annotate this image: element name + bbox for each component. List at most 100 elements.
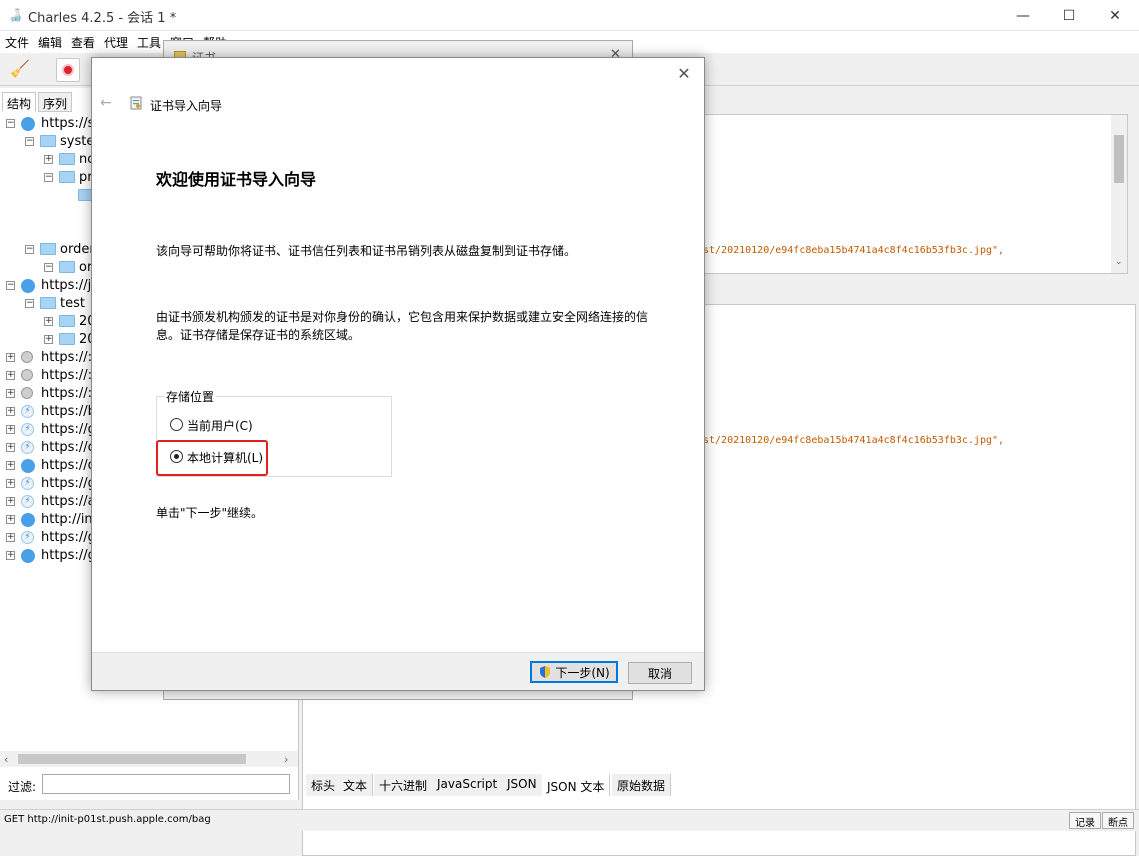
tree-row-label: https://g	[41, 476, 96, 491]
wizard-header-title: 证书导入向导	[150, 99, 223, 113]
scroll-down-icon[interactable]: ⌄	[1115, 257, 1123, 267]
wizard-explanation: 由证书颁发机构颁发的证书是对你身份的确认，它包含用来保护数据或建立安全网络连接的…	[156, 310, 649, 342]
menu-edit[interactable]: 编辑	[38, 34, 62, 51]
expand-icon[interactable]: +	[6, 461, 15, 470]
folder-icon	[59, 171, 75, 183]
folder-icon	[40, 297, 56, 309]
next-button-label: 下一步(N)	[555, 665, 610, 680]
expand-icon[interactable]: +	[6, 551, 15, 560]
tree-row-label: https://b	[41, 404, 96, 419]
scroll-thumb[interactable]	[18, 754, 246, 764]
tree-row-label: https://:f	[41, 386, 97, 401]
store-location-label: 存储位置	[164, 388, 217, 405]
globe-icon	[21, 459, 35, 473]
code-line: st/20210120/e94fc8eba15b4741a4c8f4c16b53…	[703, 245, 1005, 256]
minimize-icon[interactable]: —	[1000, 0, 1046, 31]
tab-response-6[interactable]: 原始数据	[612, 774, 672, 796]
bolt-icon: ⚡	[21, 495, 34, 508]
expand-icon[interactable]: +	[6, 371, 15, 380]
certificate-import-wizard: ✕ ← 证书导入向导 欢迎使用证书导入向导 该向导可帮助你将证书、证书信任列表和…	[91, 57, 705, 691]
wizard-footer: 下一步(N) 取消	[92, 652, 704, 690]
tab-response-5[interactable]: JSON 文本	[542, 774, 611, 796]
collapse-icon[interactable]: −	[25, 137, 34, 146]
tree-row-label: https://:f	[41, 368, 97, 383]
bolt-icon: ⚡	[21, 477, 34, 490]
globe-icon	[21, 513, 35, 527]
back-arrow-icon[interactable]: ←	[100, 95, 112, 111]
title-bar: 🍶 Charles 4.2.5 - 会话 1 * — ☐ ✕	[0, 0, 1139, 31]
cancel-button[interactable]: 取消	[628, 662, 692, 684]
collapse-icon[interactable]: −	[44, 263, 53, 272]
menu-view[interactable]: 查看	[71, 34, 95, 51]
expand-icon[interactable]: +	[6, 497, 15, 506]
expand-icon[interactable]: +	[6, 389, 15, 398]
expand-icon[interactable]: +	[6, 425, 15, 434]
filter-input[interactable]	[42, 774, 290, 794]
collapse-icon[interactable]: −	[6, 119, 15, 128]
radio-current-user[interactable]: 当前用户(C)	[170, 416, 280, 434]
wizard-description: 该向导可帮助你将证书、证书信任列表和证书吊销列表从磁盘复制到证书存储。	[156, 244, 577, 258]
expand-icon[interactable]: +	[44, 335, 53, 344]
scroll-right-icon[interactable]: ›	[284, 753, 288, 766]
tab-sequence[interactable]: 序列	[38, 92, 73, 112]
tab-response-4[interactable]: JSON	[502, 774, 543, 796]
close-window-icon[interactable]: ✕	[1092, 0, 1138, 31]
wizard-continue-hint: 单击"下一步"继续。	[156, 506, 264, 520]
bolt-icon: ⚡	[21, 441, 34, 454]
expand-icon[interactable]: +	[6, 407, 15, 416]
tab-structure[interactable]: 结构	[2, 92, 37, 112]
status-text: GET http://init-p01st.push.apple.com/bag	[4, 814, 211, 825]
lock-icon	[21, 369, 33, 381]
folder-icon	[59, 333, 75, 345]
radio-label: 当前用户(C)	[187, 419, 253, 433]
menu-file[interactable]: 文件	[5, 34, 29, 51]
next-button[interactable]: 下一步(N)	[530, 661, 618, 683]
tree-row-label: order	[60, 242, 95, 257]
folder-icon	[40, 135, 56, 147]
expand-icon[interactable]: +	[6, 533, 15, 542]
collapse-icon[interactable]: −	[44, 173, 53, 182]
tab-response-2[interactable]: 十六进制	[374, 774, 434, 796]
tab-response-0[interactable]: 标头	[306, 774, 342, 796]
tree-row-label: https://:f	[41, 350, 97, 365]
charles-app-icon: 🍶	[8, 8, 23, 22]
folder-icon	[59, 153, 75, 165]
menu-proxy[interactable]: 代理	[104, 34, 128, 51]
globe-icon	[21, 117, 35, 131]
expand-icon[interactable]: +	[6, 479, 15, 488]
filter-label: 过滤:	[8, 780, 37, 794]
scroll-left-icon[interactable]: ‹	[4, 753, 8, 766]
tab-response-3[interactable]: JavaScript	[432, 774, 504, 796]
expand-icon[interactable]: +	[6, 443, 15, 452]
menu-tools[interactable]: 工具	[137, 34, 161, 51]
collapse-icon[interactable]: −	[25, 299, 34, 308]
broom-icon[interactable]: 🧹	[10, 59, 32, 79]
maximize-icon[interactable]: ☐	[1046, 0, 1092, 31]
tree-row-label: test	[60, 296, 85, 311]
radio-button[interactable]	[170, 418, 183, 431]
collapse-icon[interactable]: −	[6, 281, 15, 290]
record-status-button[interactable]: 记录	[1069, 812, 1101, 829]
certificate-wizard-icon	[129, 96, 143, 110]
tree-row-label: https://d	[41, 458, 96, 473]
collapse-icon[interactable]: −	[25, 245, 34, 254]
tree-h-scrollbar[interactable]: ‹ ›	[0, 751, 298, 767]
tree-row-label: https://g	[41, 548, 96, 563]
request-v-scrollbar[interactable]: ⌄	[1111, 115, 1127, 273]
shield-icon	[540, 666, 551, 678]
globe-icon	[21, 279, 35, 293]
expand-icon[interactable]: +	[6, 353, 15, 362]
status-bar: GET http://init-p01st.push.apple.com/bag…	[0, 809, 1139, 831]
record-icon	[62, 64, 74, 76]
close-icon[interactable]: ✕	[674, 64, 694, 84]
breakpoint-status-button[interactable]: 断点	[1102, 812, 1134, 829]
expand-icon[interactable]: +	[6, 515, 15, 524]
expand-icon[interactable]: +	[44, 317, 53, 326]
record-button[interactable]	[56, 58, 80, 82]
expand-icon[interactable]: +	[44, 155, 53, 164]
globe-icon	[21, 549, 35, 563]
tab-response-1[interactable]: 文本	[338, 774, 374, 796]
scroll-thumb[interactable]	[1114, 135, 1124, 183]
wizard-heading: 欢迎使用证书导入向导	[156, 170, 317, 189]
bolt-icon: ⚡	[21, 423, 34, 436]
